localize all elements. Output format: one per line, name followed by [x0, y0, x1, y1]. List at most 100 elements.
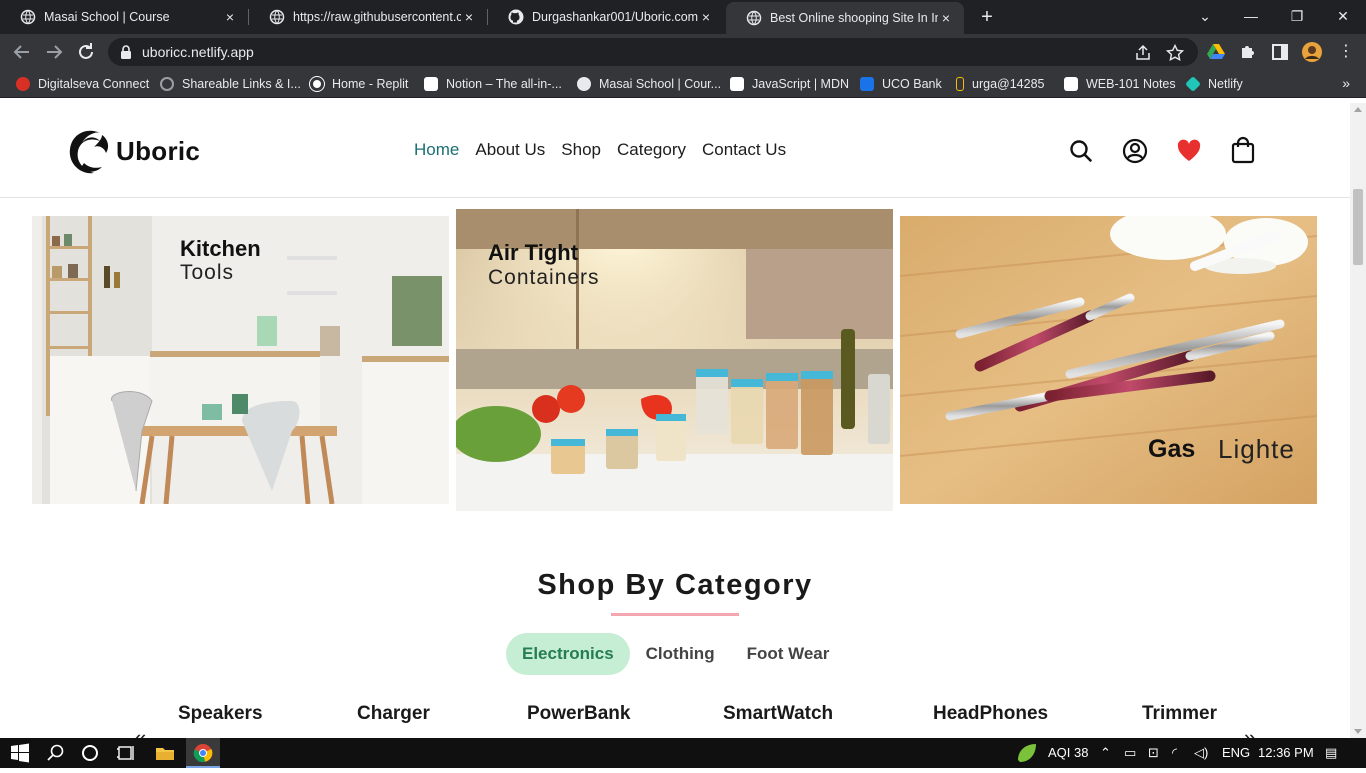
- menu-kebab-icon[interactable]: ⋮: [1336, 42, 1356, 62]
- banner-subtitle: Tools: [180, 261, 235, 284]
- scroll-up-icon[interactable]: [1354, 107, 1362, 112]
- cortana-icon[interactable]: [80, 743, 100, 763]
- battery-icon[interactable]: ▭: [1124, 745, 1136, 761]
- banner-air-tight-containers[interactable]: Air Tight Containers: [456, 209, 893, 511]
- reload-icon[interactable]: [74, 40, 98, 64]
- replit-icon: [309, 76, 325, 92]
- bookmark-item[interactable]: JavaScript | MDN: [730, 75, 849, 93]
- bookmark-item[interactable]: Notion – The all-in-...: [424, 75, 562, 93]
- bookmark-label: Digitalseva Connect: [38, 77, 150, 91]
- tab-title: https://raw.githubusercontent.co: [293, 10, 461, 24]
- share-icon[interactable]: [1134, 44, 1152, 62]
- browser-tab[interactable]: Masai School | Course ×: [0, 0, 248, 34]
- bookmark-star-icon[interactable]: [1165, 43, 1185, 62]
- tab-clothing[interactable]: Clothing: [630, 633, 731, 675]
- page-scrollbar[interactable]: [1350, 103, 1366, 738]
- link-icon: [160, 77, 174, 91]
- bookmark-item[interactable]: Netlify: [1185, 75, 1243, 93]
- uco-bank-icon: [860, 77, 874, 91]
- nav-home[interactable]: Home: [414, 140, 459, 160]
- clock[interactable]: 12:36 PM: [1258, 745, 1314, 760]
- scroll-down-icon[interactable]: [1354, 729, 1362, 734]
- tab-electronics[interactable]: Electronics: [506, 633, 630, 675]
- more-bookmarks-button[interactable]: »: [1342, 75, 1350, 91]
- tab-foot-wear[interactable]: Foot Wear: [731, 633, 846, 675]
- main-navigation: Home About Us Shop Category Contact Us: [414, 140, 786, 160]
- bookmark-item[interactable]: Shareable Links & I...: [160, 75, 301, 93]
- bookmark-item[interactable]: Home - Replit: [309, 75, 408, 93]
- bookmark-label: Netlify: [1208, 77, 1243, 91]
- carousel-next-button[interactable]: »: [1244, 725, 1256, 738]
- product-powerbank[interactable]: PowerBank: [527, 703, 630, 725]
- account-icon[interactable]: [1122, 138, 1148, 164]
- nav-about-us[interactable]: About Us: [475, 140, 545, 160]
- banner-title: Air Tight: [488, 240, 579, 265]
- chevron-up-icon[interactable]: ⌃: [1100, 745, 1111, 761]
- close-tab-icon[interactable]: ×: [461, 9, 477, 25]
- banner-title: Kitchen: [180, 236, 261, 261]
- browser-tab[interactable]: https://raw.githubusercontent.co ×: [249, 0, 487, 34]
- bookmark-item[interactable]: Digitalseva Connect: [16, 75, 149, 93]
- tab-search-icon[interactable]: ⌄: [1182, 0, 1228, 34]
- google-drive-icon[interactable]: [1206, 42, 1226, 62]
- uboric-swirl-logo-icon: [69, 130, 109, 174]
- close-tab-icon[interactable]: ×: [938, 10, 954, 26]
- windows-taskbar: AQI 38 ⌃ ▭ ⊡ ◜ ◁) ENG 12:36 PM ▤: [0, 738, 1366, 768]
- leaf-weather-icon[interactable]: [1016, 742, 1038, 764]
- address-bar[interactable]: uboricc.netlify.app: [108, 38, 1198, 66]
- windows-start-icon[interactable]: [10, 743, 30, 763]
- netlify-icon: [1185, 76, 1201, 92]
- scroll-thumb[interactable]: [1353, 189, 1363, 265]
- bookmark-label: urga@14285: [972, 77, 1045, 91]
- bookmark-item[interactable]: urga@14285: [956, 75, 1044, 93]
- product-headphones[interactable]: HeadPhones: [933, 703, 1048, 725]
- chrome-taskbar-icon[interactable]: [186, 738, 220, 768]
- product-trimmer[interactable]: Trimmer: [1142, 703, 1217, 725]
- file-explorer-icon[interactable]: [155, 743, 175, 763]
- wifi-icon[interactable]: ◜: [1172, 745, 1177, 761]
- product-charger[interactable]: Charger: [357, 703, 430, 725]
- search-icon[interactable]: [46, 743, 66, 763]
- close-window-button[interactable]: ✕: [1320, 0, 1366, 34]
- profile-avatar[interactable]: [1302, 42, 1322, 62]
- product-smartwatch[interactable]: SmartWatch: [723, 703, 833, 725]
- section-title: Shop By Category: [537, 569, 813, 601]
- minimize-button[interactable]: —: [1228, 0, 1274, 34]
- aqi-status[interactable]: AQI 38: [1048, 745, 1088, 760]
- browser-tab-active[interactable]: Best Online shooping Site In Indi ×: [726, 2, 964, 34]
- nav-contact-us[interactable]: Contact Us: [702, 140, 786, 160]
- device-icon[interactable]: ⊡: [1148, 745, 1159, 761]
- site-header: Uboric Home About Us Shop Category Conta…: [0, 103, 1350, 198]
- file-icon: [956, 77, 964, 91]
- search-icon[interactable]: [1068, 138, 1094, 164]
- language-indicator[interactable]: ENG: [1222, 745, 1250, 760]
- close-tab-icon[interactable]: ×: [222, 9, 238, 25]
- banner-gas-lighter[interactable]: Gas Lighte: [900, 216, 1317, 504]
- forward-arrow-icon[interactable]: [42, 40, 66, 64]
- shopping-bag-icon[interactable]: [1230, 136, 1256, 164]
- bookmark-item[interactable]: Masai School | Cour...: [577, 75, 721, 93]
- tab-title: Best Online shooping Site In Indi: [770, 11, 938, 25]
- new-tab-button[interactable]: +: [976, 6, 998, 28]
- close-tab-icon[interactable]: ×: [698, 9, 714, 25]
- site-logo[interactable]: Uboric: [66, 125, 200, 177]
- carousel-prev-button[interactable]: «: [134, 725, 146, 738]
- extensions-puzzle-icon[interactable]: [1238, 42, 1258, 62]
- browser-tab[interactable]: Durgashankar001/Uboric.com-Cl ×: [488, 0, 724, 34]
- banner-kitchen-tools[interactable]: Kitchen Tools: [32, 216, 449, 504]
- notification-icon[interactable]: ▤: [1325, 745, 1337, 761]
- product-speakers[interactable]: Speakers: [178, 703, 263, 725]
- bookmark-item[interactable]: UCO Bank: [860, 75, 942, 93]
- back-arrow-icon[interactable]: [10, 40, 34, 64]
- banner-title: Gas: [1148, 435, 1196, 463]
- banner-subtitle: Lighte: [1218, 434, 1295, 464]
- bookmark-item[interactable]: WEB-101 Notes: [1064, 75, 1176, 93]
- task-view-icon[interactable]: [116, 743, 136, 763]
- wishlist-heart-icon[interactable]: [1176, 138, 1202, 164]
- nav-category[interactable]: Category: [617, 140, 686, 160]
- bookmark-label: UCO Bank: [882, 77, 942, 91]
- side-panel-icon[interactable]: [1270, 42, 1290, 62]
- volume-icon[interactable]: ◁): [1194, 745, 1208, 761]
- nav-shop[interactable]: Shop: [561, 140, 601, 160]
- restore-button[interactable]: ❐: [1274, 0, 1320, 34]
